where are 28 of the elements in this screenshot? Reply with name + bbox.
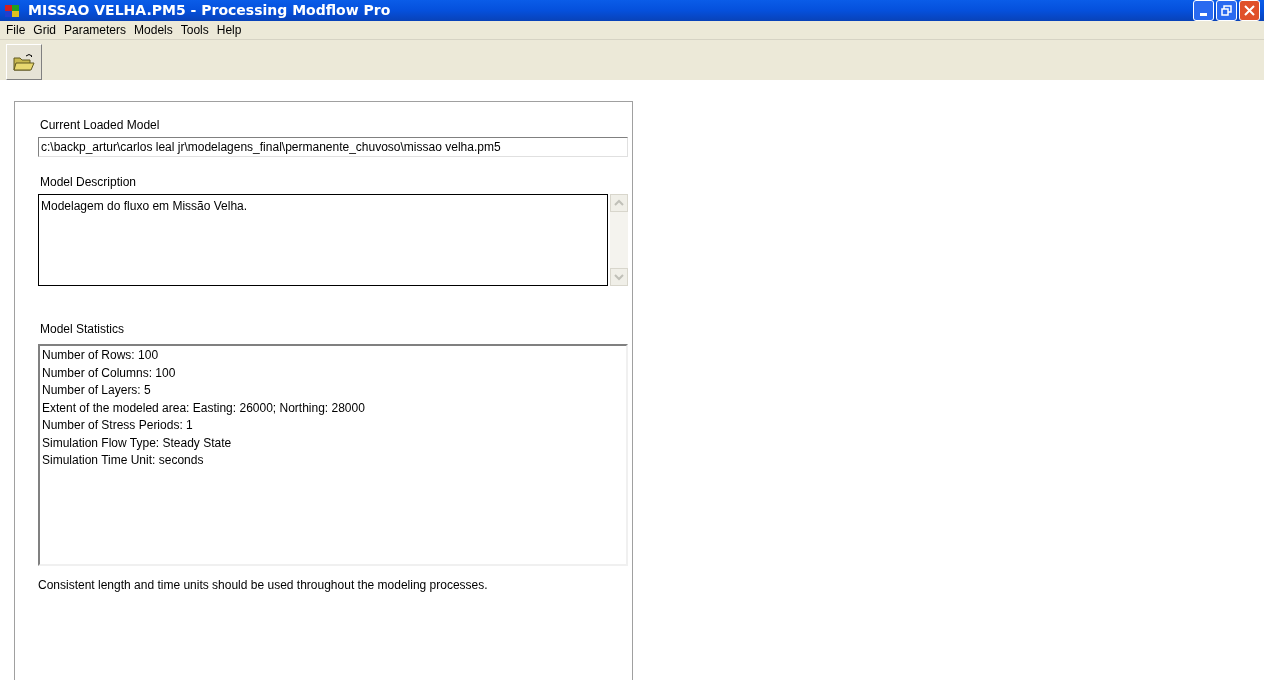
close-button[interactable] [1239, 0, 1260, 21]
close-icon [1244, 5, 1255, 16]
restore-icon [1221, 5, 1232, 16]
menu-item[interactable]: Parameters [60, 21, 131, 39]
folder-icon [13, 52, 35, 72]
menu-item[interactable]: Grid [29, 21, 60, 39]
restore-button[interactable] [1216, 0, 1237, 21]
minimize-button[interactable] [1193, 0, 1214, 21]
menu-item[interactable]: Tools [176, 21, 213, 39]
field-label: Model Description [40, 174, 138, 191]
statistics-line: Number of Rows: 100 [42, 347, 160, 364]
statistics-line: Simulation Flow Type: Steady State [42, 434, 233, 452]
statistics-line: Number of Columns: 100 [42, 364, 177, 382]
statistics-line: Simulation Time Unit: seconds [42, 452, 205, 469]
description-textarea[interactable]: Modelagem do fluxo em Missão Velha. [38, 194, 608, 286]
statistics-line: Extent of the modeled area: Easting: 26000; Northing: 28000 [42, 399, 366, 417]
menu-item[interactable]: Help [212, 21, 246, 39]
note-text: Consistent length and time units should be used throughout the modeling processes. [38, 577, 489, 594]
minimize-icon [1200, 13, 1207, 16]
statistics-line: Number of Stress Periods: 1 [42, 417, 194, 434]
open-button[interactable] [6, 44, 42, 80]
statistics-line: Number of Layers: 5 [42, 382, 152, 399]
path-field[interactable]: c:\backp_artur\carlos leal jr\modelagens_final\permanente_chuvoso\missao velha.pm5 [38, 137, 628, 157]
window-title: MISSAO VELHA.PM5 - Processing Modflow Pro [28, 1, 391, 20]
field-label: Current Loaded Model [40, 117, 161, 134]
field-label: Model Statistics [40, 321, 126, 338]
menu-item[interactable]: File [2, 21, 30, 39]
menu-item[interactable]: Models [130, 21, 177, 39]
